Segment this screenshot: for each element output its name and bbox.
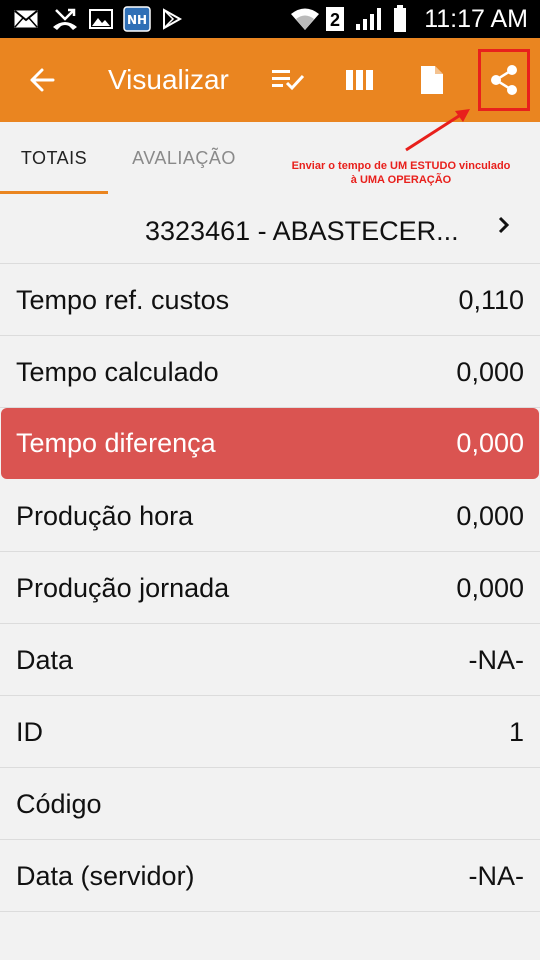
row-codigo: Código [0,768,540,840]
row-value: 0,110 [458,285,524,315]
share-highlight-box [478,49,530,111]
row-tempo-diferenca: Tempo diferença 0,000 [1,408,539,479]
row-tempo-calculado: Tempo calculado 0,000 [0,336,540,408]
row-value: -NA- [468,861,525,891]
sim-icon: 2 [324,0,346,38]
status-bar: NH 2 11:17 AM [0,0,540,38]
chevron-right-icon [496,213,512,241]
image-icon [86,0,116,38]
row-id: ID 1 [0,696,540,768]
tab-totais[interactable]: TOTAIS [0,122,108,194]
mail-icon [10,0,42,38]
row-value: 0,000 [456,501,524,531]
row-label: Tempo calculado [16,357,219,387]
svg-text:NH: NH [127,13,147,27]
columns-icon[interactable] [338,38,382,122]
row-label: Data (servidor) [16,861,195,891]
signal-icon [352,0,386,38]
row-value: 0,000 [456,357,524,387]
status-time: 11:17 AM [424,5,528,33]
row-label: Código [16,789,102,819]
sim-number: 2 [330,10,340,30]
annotation-text: Enviar o tempo de UM ESTUDO vinculado à … [262,159,540,187]
row-value: 0,000 [456,573,524,603]
row-producao-jornada: Produção jornada 0,000 [0,552,540,624]
operation-selector[interactable]: 3323461 - ABASTECER... [0,194,540,264]
annotation-line-2: à UMA OPERAÇÃO [350,174,452,186]
row-label: Tempo diferença [16,428,216,458]
row-data: Data -NA- [0,624,540,696]
row-value: 1 [508,717,524,747]
checklist-icon[interactable] [266,38,310,122]
row-value: -NA- [468,645,525,675]
page-title: Visualizar [108,64,229,95]
row-tempo-ref-custos: Tempo ref. custos 0,110 [0,264,540,336]
row-label: Produção hora [16,501,194,531]
row-value: 0,000 [456,428,524,458]
back-arrow-icon[interactable] [12,38,72,122]
operation-selector-text: 3323461 - ABASTECER... [145,216,459,246]
nh-app-icon: NH [122,0,152,38]
row-label: Data [16,645,74,675]
annotation-arrow-icon [405,109,470,152]
missed-call-icon [48,0,82,38]
row-data-servidor: Data (servidor) -NA- [0,840,540,912]
row-label: ID [16,717,43,747]
play-store-icon [158,0,186,38]
annotation-line-1: Enviar o tempo de UM ESTUDO vinculado [291,160,511,172]
wifi-icon [288,0,322,38]
row-label: Tempo ref. custos [16,285,230,315]
row-label: Produção jornada [16,573,230,603]
row-producao-hora: Produção hora 0,000 [0,480,540,552]
tab-avaliacao[interactable]: AVALIAÇÃO [112,122,256,194]
battery-icon [390,0,410,38]
